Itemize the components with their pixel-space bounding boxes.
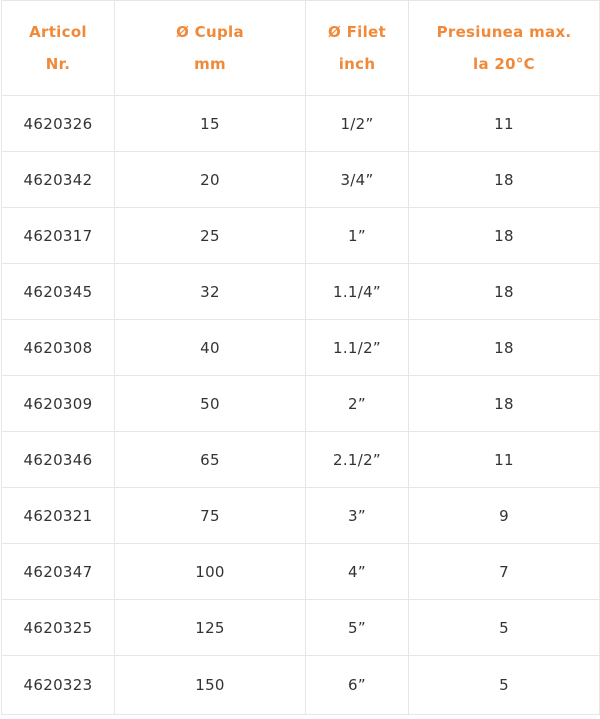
cell-article-number: 4620347 [1,543,115,600]
cell-max-pressure: 18 [408,151,600,208]
cell-thread-inch: 3” [305,487,409,544]
cell-article-number: 4620321 [1,487,115,544]
header-line: Presiunea max. [436,23,572,41]
cell-max-pressure: 18 [408,319,600,376]
cell-coupling-mm: 75 [114,487,306,544]
cell-coupling-mm: 150 [114,655,306,715]
table-row: 4620321 75 3” 9 [1,487,600,544]
cell-thread-inch: 1” [305,207,409,264]
cell-coupling-mm: 15 [114,95,306,152]
cell-article-number: 4620346 [1,431,115,488]
cell-max-pressure: 11 [408,95,600,152]
table-row: 4620309 50 2” 18 [1,375,600,432]
header-article-number: Articol Nr. [1,0,115,96]
header-line: mm [194,55,226,73]
cell-thread-inch: 2.1/2” [305,431,409,488]
cell-coupling-mm: 40 [114,319,306,376]
table-row: 4620317 25 1” 18 [1,207,600,264]
cell-max-pressure: 9 [408,487,600,544]
table-row: 4620342 20 3/4” 18 [1,151,600,208]
header-max-pressure: Presiunea max. la 20°C [408,0,600,96]
cell-coupling-mm: 50 [114,375,306,432]
table-row: 4620345 32 1.1/4” 18 [1,263,600,320]
table-row: 4620346 65 2.1/2” 11 [1,431,600,488]
cell-article-number: 4620326 [1,95,115,152]
cell-article-number: 4620325 [1,599,115,656]
cell-article-number: 4620317 [1,207,115,264]
header-thread-diameter: Ø Filet inch [305,0,409,96]
cell-thread-inch: 1.1/2” [305,319,409,376]
cell-article-number: 4620323 [1,655,115,715]
cell-coupling-mm: 32 [114,263,306,320]
cell-max-pressure: 5 [408,655,600,715]
header-coupling-diameter: Ø Cupla mm [114,0,306,96]
cell-max-pressure: 18 [408,207,600,264]
cell-thread-inch: 3/4” [305,151,409,208]
specifications-table: Articol Nr. Ø Cupla mm Ø Filet inch Pres… [1,0,600,715]
cell-thread-inch: 4” [305,543,409,600]
cell-coupling-mm: 25 [114,207,306,264]
cell-max-pressure: 18 [408,263,600,320]
table-row: 4620308 40 1.1/2” 18 [1,319,600,376]
table-row: 4620347 100 4” 7 [1,543,600,600]
cell-coupling-mm: 20 [114,151,306,208]
cell-max-pressure: 7 [408,543,600,600]
header-row: Articol Nr. Ø Cupla mm Ø Filet inch Pres… [1,0,600,96]
cell-article-number: 4620345 [1,263,115,320]
cell-thread-inch: 6” [305,655,409,715]
cell-thread-inch: 1/2” [305,95,409,152]
cell-max-pressure: 18 [408,375,600,432]
cell-article-number: 4620308 [1,319,115,376]
cell-coupling-mm: 65 [114,431,306,488]
cell-max-pressure: 11 [408,431,600,488]
cell-article-number: 4620309 [1,375,115,432]
header-line: la 20°C [473,55,535,73]
header-line: Ø Filet [328,23,386,41]
header-line: Articol [29,23,87,41]
table-row: 4620325 125 5” 5 [1,599,600,656]
cell-thread-inch: 1.1/4” [305,263,409,320]
cell-coupling-mm: 100 [114,543,306,600]
cell-max-pressure: 5 [408,599,600,656]
cell-thread-inch: 5” [305,599,409,656]
table-row: 4620323 150 6” 5 [1,655,600,715]
cell-coupling-mm: 125 [114,599,306,656]
cell-thread-inch: 2” [305,375,409,432]
header-line: Nr. [45,55,71,73]
table-row: 4620326 15 1/2” 11 [1,95,600,152]
header-line: inch [338,55,376,73]
header-line: Ø Cupla [176,23,244,41]
cell-article-number: 4620342 [1,151,115,208]
